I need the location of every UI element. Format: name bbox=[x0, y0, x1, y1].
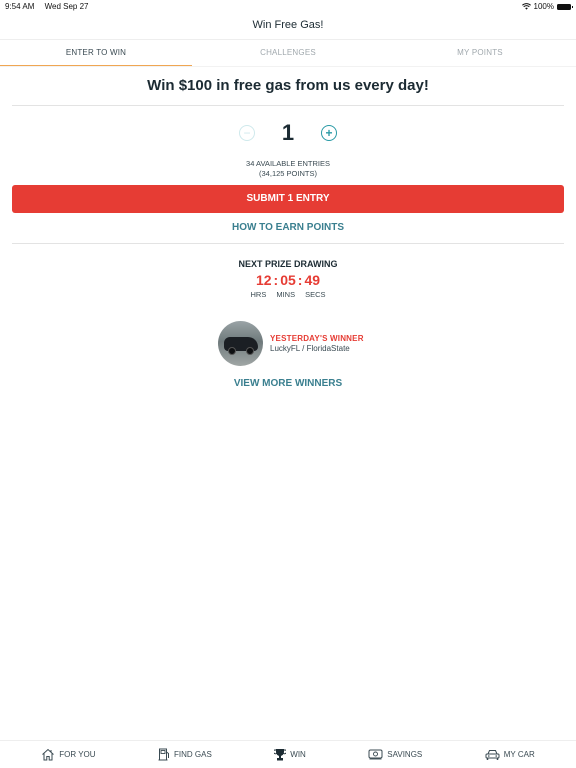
nav-label: FIND GAS bbox=[174, 750, 212, 759]
winner-name: LuckyFL / FloridaState bbox=[270, 344, 350, 353]
gas-pump-icon bbox=[158, 748, 170, 761]
trophy-icon bbox=[274, 749, 287, 761]
nav-win[interactable]: WIN bbox=[274, 748, 306, 761]
wifi-icon bbox=[521, 3, 531, 10]
decrement-button[interactable]: − bbox=[239, 125, 255, 141]
tab-my-points[interactable]: MY POINTS bbox=[384, 40, 576, 67]
yesterdays-winner: YESTERDAY'S WINNER LuckyFL / FloridaStat… bbox=[218, 321, 364, 366]
nav-label: MY CAR bbox=[503, 750, 535, 759]
seconds-label: SECS bbox=[305, 290, 326, 299]
nav-for-you[interactable]: FOR YOU bbox=[41, 748, 96, 761]
nav-savings[interactable]: SAVINGS bbox=[368, 749, 422, 760]
tab-bar: ENTER TO WIN CHALLENGES MY POINTS bbox=[0, 40, 576, 67]
hours-label: HRS bbox=[250, 290, 267, 299]
nav-find-gas[interactable]: FIND GAS bbox=[158, 748, 212, 761]
car-icon bbox=[485, 749, 500, 760]
countdown-separator: : bbox=[297, 272, 303, 288]
status-time: 9:54 AM bbox=[5, 2, 35, 11]
nav-label: SAVINGS bbox=[387, 750, 423, 759]
winner-label: YESTERDAY'S WINNER bbox=[270, 334, 364, 343]
entry-count: 1 bbox=[281, 120, 295, 145]
countdown-hours: 12 bbox=[255, 272, 272, 288]
winner-photo bbox=[218, 321, 263, 366]
money-icon bbox=[368, 749, 383, 760]
tabs-divider bbox=[0, 66, 576, 67]
countdown-separator: : bbox=[273, 272, 279, 288]
home-icon bbox=[42, 748, 55, 761]
divider bbox=[12, 105, 564, 106]
car-wheel bbox=[228, 347, 236, 355]
status-bar: 9:54 AM Wed Sep 27 100% bbox=[0, 0, 576, 14]
status-date: Wed Sep 27 bbox=[44, 2, 89, 11]
nav-label: WIN bbox=[290, 750, 306, 759]
page-title: Win Free Gas! bbox=[252, 19, 324, 31]
divider bbox=[12, 243, 564, 244]
battery-icon bbox=[557, 3, 573, 10]
nav-label: FOR YOU bbox=[59, 750, 96, 759]
headline: Win $100 in free gas from us every day! bbox=[147, 77, 429, 94]
how-to-earn-points-link[interactable]: HOW TO EARN POINTS bbox=[0, 222, 576, 233]
countdown-seconds: 49 bbox=[304, 272, 321, 288]
tab-enter-to-win[interactable]: ENTER TO WIN bbox=[0, 40, 192, 67]
battery-percent: 100% bbox=[533, 2, 554, 11]
increment-button[interactable]: + bbox=[321, 125, 337, 141]
countdown-labels: HRS MINS SECS bbox=[0, 290, 576, 299]
available-entries: 34 AVAILABLE ENTRIES bbox=[246, 159, 330, 168]
submit-entry-button[interactable]: SUBMIT 1 ENTRY bbox=[12, 185, 564, 213]
countdown-minutes: 05 bbox=[280, 272, 296, 288]
next-drawing-title: NEXT PRIZE DRAWING bbox=[238, 259, 338, 269]
minutes-label: MINS bbox=[276, 290, 296, 299]
countdown-timer: 12 : 05 : 49 bbox=[0, 272, 576, 288]
nav-my-car[interactable]: MY CAR bbox=[485, 749, 535, 761]
points-balance: (34,125 POINTS) bbox=[259, 169, 317, 178]
entries-info: 34 AVAILABLE ENTRIES (34,125 POINTS) bbox=[0, 159, 576, 179]
view-more-winners-link[interactable]: VIEW MORE WINNERS bbox=[0, 378, 576, 389]
bottom-nav: FOR YOU FIND GAS WIN SAVINGS MY CAR bbox=[0, 740, 576, 768]
tab-challenges[interactable]: CHALLENGES bbox=[192, 40, 384, 67]
car-wheel bbox=[246, 347, 254, 355]
entry-stepper: − 1 + bbox=[0, 120, 576, 146]
